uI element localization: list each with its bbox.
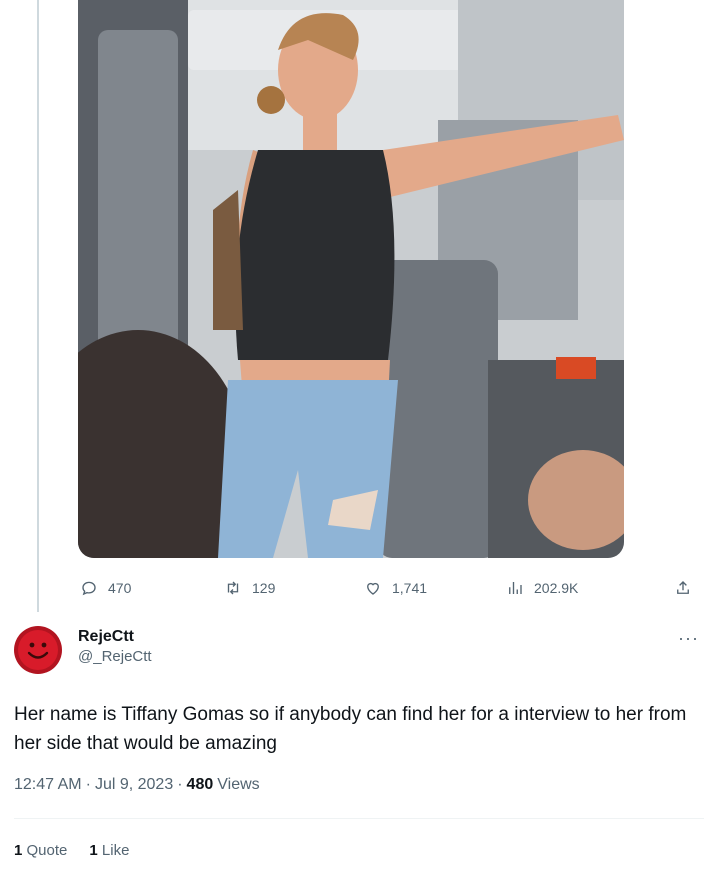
views-button[interactable]: 202.9K [506, 576, 578, 600]
likes-label: Like [101, 842, 130, 859]
views-count: 202.9K [534, 580, 579, 596]
avatar[interactable] [14, 626, 62, 674]
views-count-value: 480 [186, 776, 214, 793]
tweet-text: Her name is Tiffany Gomas so if anybody … [14, 704, 687, 754]
retweet-button[interactable]: 129 [224, 576, 275, 600]
tweet-time[interactable]: 12:47 AM [14, 776, 82, 794]
divider [14, 818, 704, 819]
media-illustration [78, 0, 624, 558]
share-icon [677, 581, 689, 594]
display-name[interactable]: RejeCtt [78, 627, 152, 647]
quotes-link[interactable]: 1 Quote [14, 842, 67, 859]
tweet-date[interactable]: Jul 9, 2023 [95, 776, 173, 794]
engagement-counts: 1 Quote 1 Like [14, 842, 129, 859]
likes-link[interactable]: 1 Like [89, 842, 129, 859]
views-label: Views [217, 776, 260, 793]
author-block: RejeCtt @_RejeCtt [78, 627, 152, 667]
quotes-label: Quote [26, 842, 68, 859]
likes-count: 1 [89, 842, 98, 859]
reply-button[interactable]: 470 [80, 576, 131, 600]
views-icon [509, 582, 522, 594]
tweet-action-bar: 470 129 1,741 202.9K [78, 576, 698, 600]
like-icon [367, 582, 379, 595]
user-handle[interactable]: @_RejeCtt [78, 647, 152, 667]
meta-separator: · [85, 776, 91, 793]
tweet-metadata: 12:47 AM · Jul 9, 2023 · 480 Views [14, 776, 260, 794]
quotes-count: 1 [14, 842, 23, 859]
meta-separator: · [177, 776, 183, 793]
reply-icon [82, 581, 96, 596]
more-options-button[interactable]: ··· [678, 628, 699, 649]
thread-line [37, 0, 39, 612]
retweet-icon [227, 581, 239, 595]
like-button[interactable]: 1,741 [364, 576, 427, 600]
like-count: 1,741 [392, 580, 428, 596]
reply-count: 470 [108, 580, 132, 596]
retweet-count: 129 [252, 580, 276, 596]
smiley-face-icon [18, 630, 58, 670]
tweet-media-image[interactable] [78, 0, 624, 558]
share-button[interactable] [674, 576, 692, 600]
